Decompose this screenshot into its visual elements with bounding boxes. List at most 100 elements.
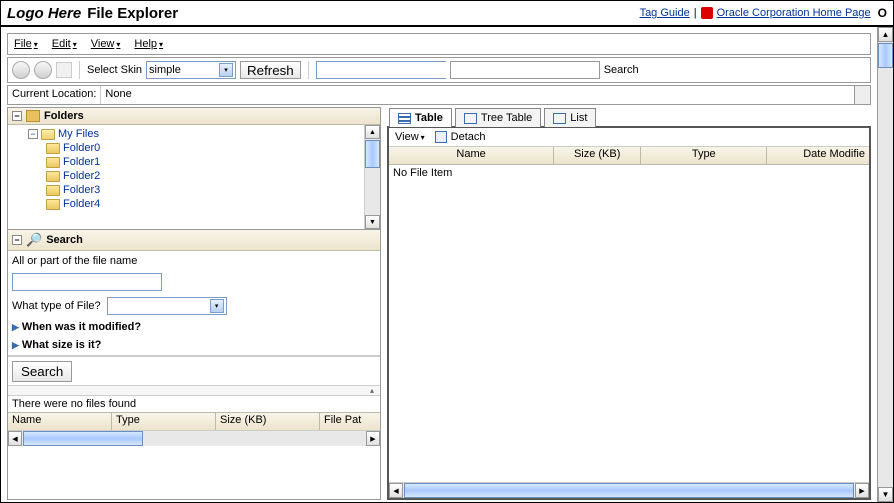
results-header-row: Name Type Size (KB) File Pat <box>8 412 380 430</box>
search-input[interactable] <box>450 61 600 79</box>
nav-up-button[interactable] <box>56 62 72 78</box>
scroll-down-icon[interactable]: ▼ <box>365 215 380 229</box>
logo: Logo Here <box>7 5 81 22</box>
col-size[interactable]: Size (KB) <box>554 147 641 164</box>
nav-forward-button[interactable] <box>34 61 52 79</box>
tree-icon <box>26 110 40 122</box>
tag-guide-link[interactable]: Tag Guide <box>640 7 690 19</box>
table-icon <box>398 113 411 124</box>
search-header[interactable]: − 🔎 Search <box>8 230 380 251</box>
location-dropdown[interactable] <box>854 86 870 104</box>
collapse-icon[interactable]: − <box>12 111 22 121</box>
table-scrollbar[interactable]: ◀ ▶ <box>389 482 869 498</box>
panel-resize-handle[interactable]: ▴ <box>8 386 380 396</box>
oracle-icon <box>701 7 713 19</box>
filename-label: All or part of the file name <box>12 255 376 267</box>
tree-table-icon <box>464 113 477 124</box>
collapse-icon[interactable]: − <box>28 129 38 139</box>
triangle-right-icon: ▶ <box>12 340 19 351</box>
scroll-up-icon[interactable]: ▲ <box>365 125 380 139</box>
results-status: There were no files found <box>8 396 380 412</box>
location-bar: Current Location: None <box>7 85 871 105</box>
scroll-left-icon[interactable]: ◀ <box>389 483 403 498</box>
folder-icon <box>46 157 60 168</box>
what-size-disclosure[interactable]: ▶What size is it? <box>12 339 376 351</box>
chevron-down-icon: ▾ <box>116 40 120 49</box>
app-title: File Explorer <box>87 5 178 22</box>
tree-item[interactable]: Folder2 <box>12 169 360 183</box>
folder-tree[interactable]: − My Files Folder0 Folder1 Folder2 Folde… <box>8 125 364 229</box>
scroll-thumb[interactable] <box>23 431 143 446</box>
when-modified-disclosure[interactable]: ▶When was it modified? <box>12 321 376 333</box>
skin-select[interactable]: simple ▾ <box>146 61 236 79</box>
chevron-down-icon: ▾ <box>421 133 425 142</box>
filename-input[interactable] <box>12 273 162 291</box>
info-icon[interactable]: O <box>878 6 887 20</box>
tab-tree-table[interactable]: Tree Table <box>455 108 541 127</box>
menu-file[interactable]: File▾ <box>14 38 38 50</box>
detach-icon <box>435 131 447 143</box>
menu-view[interactable]: View▾ <box>91 38 121 50</box>
path-combo[interactable]: ▾ <box>316 61 446 79</box>
refresh-button[interactable]: Refresh <box>240 61 301 79</box>
col-type[interactable]: Type <box>112 413 216 430</box>
col-name[interactable]: Name <box>389 147 554 164</box>
select-skin-label: Select Skin <box>87 64 142 76</box>
tab-table[interactable]: Table <box>389 108 452 127</box>
tree-item[interactable]: Folder0 <box>12 141 360 155</box>
tree-scrollbar[interactable]: ▲ ▼ <box>364 125 380 229</box>
binoculars-icon: 🔎 <box>26 232 42 248</box>
folder-icon <box>46 143 60 154</box>
tree-root[interactable]: − My Files <box>12 127 360 141</box>
col-size[interactable]: Size (KB) <box>216 413 320 430</box>
folders-header[interactable]: − Folders <box>8 108 380 125</box>
toolbar: Select Skin simple ▾ Refresh ▾ Search <box>7 57 871 83</box>
menu-help[interactable]: Help▾ <box>134 38 163 50</box>
chevron-down-icon: ▾ <box>73 40 77 49</box>
menu-edit[interactable]: Edit▾ <box>52 38 77 50</box>
empty-message: No File Item <box>393 167 452 179</box>
table-body: No File Item <box>389 165 869 482</box>
folder-icon <box>46 171 60 182</box>
triangle-right-icon: ▶ <box>12 322 19 333</box>
folder-icon <box>46 199 60 210</box>
oracle-home-link[interactable]: Oracle Corporation Home Page <box>717 7 871 19</box>
chevron-down-icon: ▾ <box>219 63 233 77</box>
left-pane: − Folders − My Files Folder0 Folder1 Fol… <box>7 107 381 500</box>
scroll-up-icon[interactable]: ▲ <box>878 27 893 42</box>
tree-item[interactable]: Folder3 <box>12 183 360 197</box>
search-button[interactable]: Search <box>12 361 72 382</box>
page-scrollbar[interactable]: ▲ ▼ <box>877 27 893 502</box>
col-name[interactable]: Name <box>8 413 112 430</box>
folder-icon <box>46 185 60 196</box>
scroll-thumb[interactable] <box>404 483 854 498</box>
path-input[interactable] <box>317 62 463 78</box>
collapse-icon[interactable]: − <box>12 235 22 245</box>
scroll-thumb[interactable] <box>878 43 893 68</box>
scroll-right-icon[interactable]: ▶ <box>855 483 869 498</box>
scroll-thumb[interactable] <box>365 140 380 168</box>
nav-back-button[interactable] <box>12 61 30 79</box>
chevron-down-icon: ▾ <box>34 40 38 49</box>
chevron-down-icon: ▾ <box>210 299 224 313</box>
results-scrollbar[interactable]: ◀ ▶ <box>8 430 380 446</box>
tree-item[interactable]: Folder4 <box>12 197 360 211</box>
tab-list[interactable]: List <box>544 108 596 127</box>
filetype-label: What type of File? <box>12 300 101 312</box>
table-header-row: Name Size (KB) Type Date Modifie <box>389 147 869 165</box>
detach-button[interactable]: Detach <box>435 131 486 143</box>
view-menu[interactable]: View▾ <box>395 131 425 143</box>
right-pane: Table Tree Table List View▾ Detach Name … <box>387 107 871 500</box>
filetype-select[interactable]: ▾ <box>107 297 227 315</box>
col-path[interactable]: File Pat <box>320 413 380 430</box>
col-type[interactable]: Type <box>641 147 767 164</box>
tree-item[interactable]: Folder1 <box>12 155 360 169</box>
scroll-right-icon[interactable]: ▶ <box>366 431 380 446</box>
search-label: Search <box>604 64 639 76</box>
scroll-down-icon[interactable]: ▼ <box>878 487 893 502</box>
menubar: File▾ Edit▾ View▾ Help▾ <box>7 33 871 55</box>
scroll-left-icon[interactable]: ◀ <box>8 431 22 446</box>
list-icon <box>553 113 566 124</box>
col-date[interactable]: Date Modifie <box>767 147 869 164</box>
chevron-down-icon: ▾ <box>159 40 163 49</box>
